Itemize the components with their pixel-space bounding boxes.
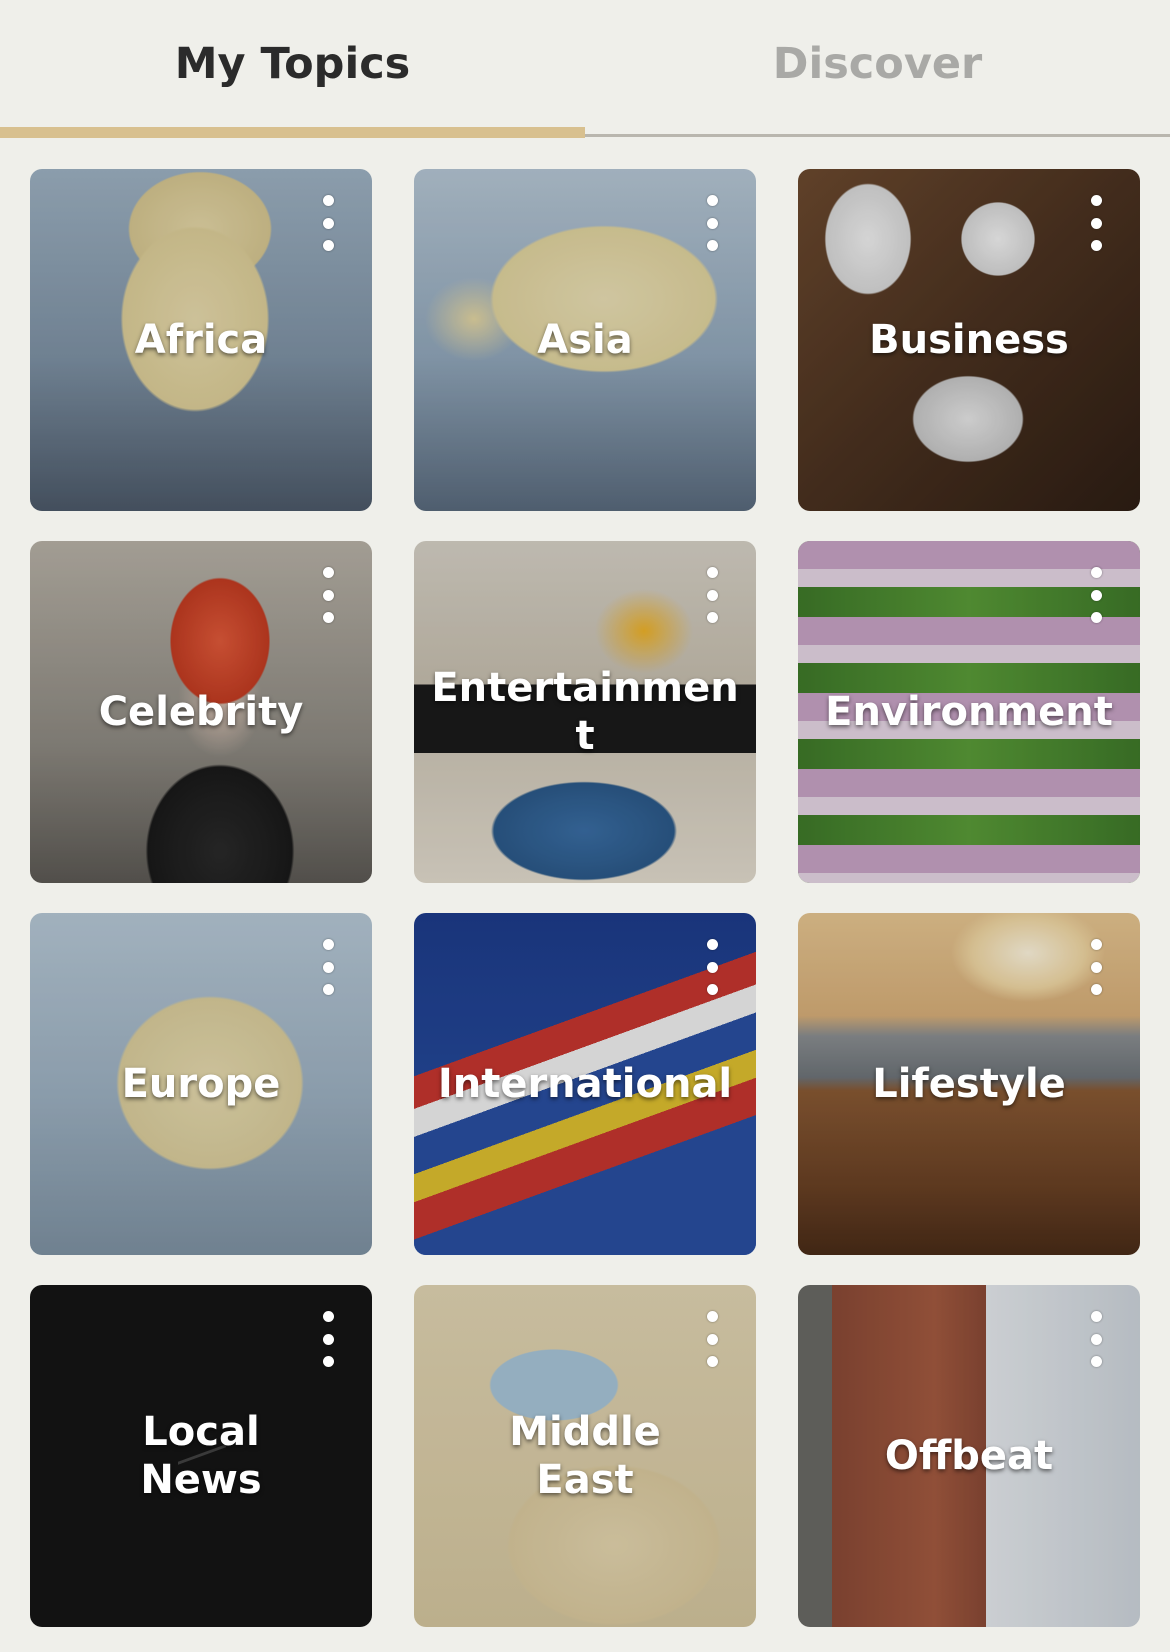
more-vertical-icon[interactable] — [700, 567, 724, 623]
more-vertical-icon[interactable] — [316, 195, 340, 251]
topic-tile-europe[interactable]: Europe — [30, 913, 372, 1255]
more-vertical-icon[interactable] — [700, 1311, 724, 1367]
topic-title: Africa — [134, 317, 268, 363]
more-vertical-icon[interactable] — [1084, 939, 1108, 995]
topic-tile-entertainment[interactable]: Entertainmen t — [414, 541, 756, 883]
more-vertical-icon[interactable] — [1084, 195, 1108, 251]
topic-tile-celebrity[interactable]: Celebrity — [30, 541, 372, 883]
tab-my-topics[interactable]: My Topics — [0, 0, 585, 128]
topic-tile-offbeat[interactable]: Offbeat — [798, 1285, 1140, 1627]
more-vertical-icon[interactable] — [700, 939, 724, 995]
tab-divider — [585, 134, 1170, 137]
more-vertical-icon[interactable] — [316, 1311, 340, 1367]
topic-title: Asia — [537, 317, 633, 363]
topic-title: Local News — [140, 1409, 262, 1503]
topic-title: International — [437, 1061, 733, 1107]
topic-title: Lifestyle — [872, 1061, 1066, 1107]
topic-tabs: My Topics Discover — [0, 0, 1170, 138]
topic-tile-middle-east[interactable]: Middle East — [414, 1285, 756, 1627]
topic-tile-environment[interactable]: Environment — [798, 541, 1140, 883]
more-vertical-icon[interactable] — [316, 567, 340, 623]
topic-title: Environment — [825, 689, 1113, 735]
topic-tile-business[interactable]: Business — [798, 169, 1140, 511]
topic-title: Entertainmen t — [431, 665, 739, 759]
tab-discover[interactable]: Discover — [585, 0, 1170, 128]
topic-title: Celebrity — [98, 689, 304, 735]
topic-title: Offbeat — [884, 1433, 1054, 1479]
tab-active-indicator — [0, 127, 585, 138]
more-vertical-icon[interactable] — [1084, 567, 1108, 623]
topic-title: Business — [869, 317, 1069, 363]
topic-tile-international[interactable]: International — [414, 913, 756, 1255]
more-vertical-icon[interactable] — [1084, 1311, 1108, 1367]
topic-tile-africa[interactable]: Africa — [30, 169, 372, 511]
more-vertical-icon[interactable] — [316, 939, 340, 995]
topic-tile-asia[interactable]: Asia — [414, 169, 756, 511]
topic-title: Europe — [121, 1061, 281, 1107]
topic-tile-local-news[interactable]: Local News — [30, 1285, 372, 1627]
more-vertical-icon[interactable] — [700, 195, 724, 251]
topic-tile-lifestyle[interactable]: Lifestyle — [798, 913, 1140, 1255]
topic-title: Middle East — [509, 1409, 661, 1503]
